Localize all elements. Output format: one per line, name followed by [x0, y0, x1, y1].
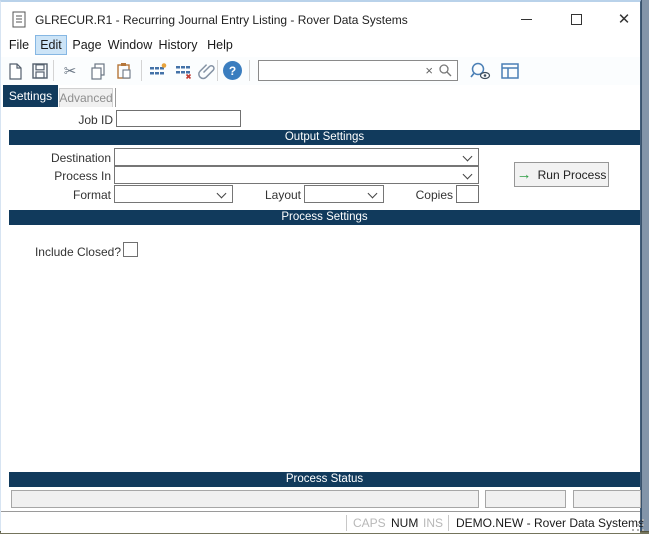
run-process-label: Run Process [537, 167, 607, 182]
chevron-down-icon [367, 188, 378, 199]
chevron-down-icon [462, 169, 473, 180]
copy-icon[interactable] [89, 62, 107, 80]
search-clear-icon[interactable]: × [425, 63, 433, 78]
process-in-value [115, 169, 118, 183]
menu-window[interactable]: Window [107, 35, 153, 55]
search-icon[interactable] [438, 63, 453, 83]
toolbar: ✂ ? × [1, 57, 640, 85]
process-status-header: Process Status [9, 472, 640, 487]
tab-advanced[interactable]: Advanced [59, 88, 113, 107]
format-value [115, 188, 118, 202]
preview-icon[interactable] [469, 62, 491, 80]
run-arrow-icon: → [516, 166, 532, 183]
minimize-button[interactable] [507, 5, 545, 33]
resize-grip[interactable] [632, 519, 645, 532]
window-title: GLRECUR.R1 - Recurring Journal Entry Lis… [35, 13, 408, 27]
desktop-edge-right [640, 0, 649, 534]
insert-row-icon[interactable] [149, 62, 167, 80]
close-button[interactable]: ✕ [605, 5, 643, 33]
format-select[interactable] [114, 185, 233, 203]
job-id-label: Job ID [78, 113, 113, 127]
statusbar-context: DEMO.NEW - Rover Data Systems [456, 516, 645, 530]
help-icon[interactable]: ? [223, 61, 242, 80]
title-bar: GLRECUR.R1 - Recurring Journal Entry Lis… [1, 4, 640, 34]
paste-icon[interactable] [115, 62, 133, 80]
close-icon: ✕ [617, 11, 631, 28]
toolbar-separator [53, 60, 54, 81]
run-process-button[interactable]: → Run Process [514, 162, 609, 187]
search-input[interactable] [261, 62, 426, 79]
menu-bar: File Edit Page Window History Help [1, 34, 640, 57]
destination-value [115, 151, 118, 165]
menu-history[interactable]: History [157, 35, 199, 55]
minimize-icon [520, 18, 532, 20]
toolbar-separator [141, 60, 142, 81]
layout-label: Layout [264, 188, 301, 202]
screen: GLRECUR.R1 - Recurring Journal Entry Lis… [0, 0, 649, 534]
statusbar-separator [346, 515, 347, 531]
toolbar-separator [249, 60, 250, 81]
tab-strip: Settings Advanced [1, 85, 640, 107]
job-id-input[interactable] [116, 110, 241, 127]
statusbar-separator [448, 515, 449, 531]
destination-label: Destination [50, 151, 111, 165]
copies-input[interactable] [456, 185, 479, 203]
layout-select[interactable] [304, 185, 384, 203]
window-layout-icon[interactable] [501, 62, 519, 80]
process-status-field-1 [11, 490, 479, 508]
delete-row-icon[interactable] [175, 62, 193, 80]
new-document-icon[interactable] [6, 62, 24, 80]
process-settings-header: Process Settings [9, 210, 640, 225]
caps-indicator: CAPS [353, 516, 386, 530]
chevron-down-icon [462, 151, 473, 162]
process-in-label: Process In [54, 169, 111, 183]
num-indicator: NUM [391, 516, 419, 530]
include-closed-label: Include Closed? [34, 245, 121, 259]
include-closed-checkbox[interactable] [123, 242, 138, 257]
format-label: Format [72, 188, 111, 202]
toolbar-separator [217, 60, 218, 81]
output-settings-header: Output Settings [9, 130, 640, 145]
search-box: × [258, 60, 458, 81]
process-in-select[interactable] [114, 166, 479, 184]
status-bar: CAPS NUM INS DEMO.NEW - Rover Data Syste… [1, 511, 644, 533]
copies-label: Copies [415, 188, 453, 202]
maximize-button[interactable] [557, 5, 595, 33]
process-status-field-2 [485, 490, 566, 508]
maximize-icon [570, 13, 582, 25]
process-status-field-3 [573, 490, 641, 508]
destination-select[interactable] [114, 148, 479, 166]
tab-divider [115, 88, 116, 107]
layout-value [305, 188, 308, 202]
document-icon [12, 11, 27, 34]
cut-icon[interactable]: ✂ [61, 62, 79, 80]
menu-page[interactable]: Page [71, 35, 103, 55]
ins-indicator: INS [423, 516, 444, 530]
tab-settings[interactable]: Settings [3, 85, 58, 107]
save-icon[interactable] [31, 62, 49, 80]
attachment-icon[interactable] [198, 62, 216, 80]
chevron-down-icon [216, 188, 227, 199]
menu-file[interactable]: File [5, 35, 33, 55]
app-window: GLRECUR.R1 - Recurring Journal Entry Lis… [0, 0, 644, 533]
menu-help[interactable]: Help [205, 35, 235, 55]
menu-edit[interactable]: Edit [35, 35, 67, 55]
